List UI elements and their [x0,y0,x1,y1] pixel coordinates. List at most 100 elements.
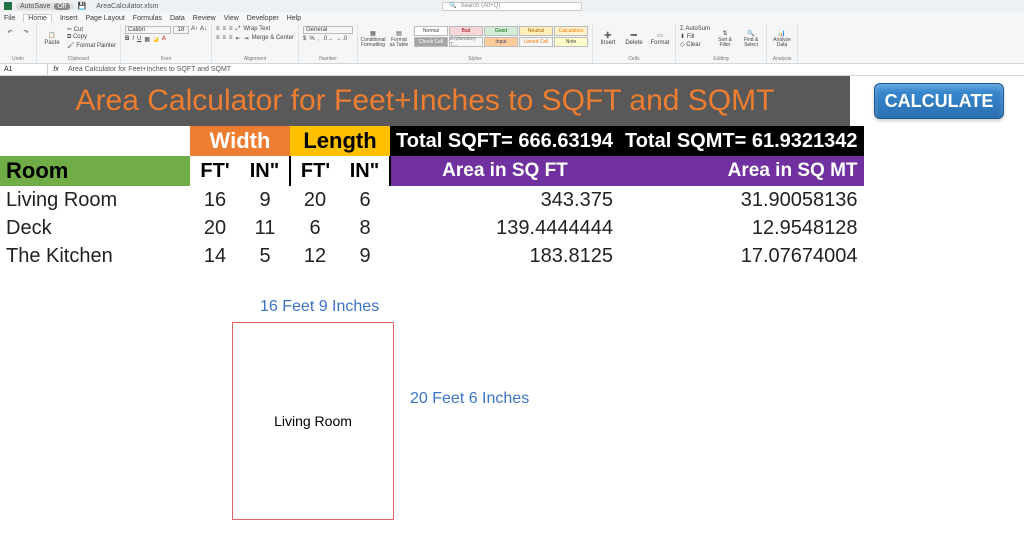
paste-button[interactable]: 📋 Paste [41,26,63,52]
decrease-font-icon[interactable]: A↓ [200,26,207,34]
wrap-text-button[interactable]: Wrap Text [243,26,270,33]
title-banner[interactable]: Area Calculator for Feet+Inches to SQFT … [0,76,850,126]
border-icon[interactable]: ▦ [144,36,150,43]
tab-help[interactable]: Help [287,15,301,22]
bold-button[interactable]: B [125,36,129,43]
area-sqft-cell[interactable]: 183.8125 [390,242,619,270]
font-color-icon[interactable]: A [162,36,166,43]
length-in-cell[interactable]: 6 [340,186,390,214]
search-box[interactable]: 🔍 Search (Alt+Q) [442,2,582,11]
find-select-button[interactable]: 🔍Find & Select [740,26,762,52]
area-sqft-cell[interactable]: 139.4444444 [390,214,619,242]
align-middle-icon[interactable]: ≡ [223,26,227,33]
tab-page-layout[interactable]: Page Layout [85,15,124,22]
sort-filter-button[interactable]: ⇅Sort & Filter [714,26,736,52]
style-good[interactable]: Good [484,26,518,36]
width-in-header[interactable]: IN" [240,156,290,186]
area-sqmt-header[interactable]: Area in SQ MT [619,156,864,186]
total-sqmt-header[interactable]: Total SQMT= 61.9321342 [619,126,864,156]
tab-formulas[interactable]: Formulas [133,15,162,22]
width-in-cell[interactable]: 5 [240,242,290,270]
format-cells-button[interactable]: ▭Format [649,26,671,52]
room-cell[interactable]: Deck [0,214,190,242]
align-top-icon[interactable]: ≡ [216,26,220,33]
style-bad[interactable]: Bad [449,26,483,36]
conditional-formatting-button[interactable]: ▦ Conditional Formatting [362,26,384,52]
decrease-decimal-icon[interactable]: ←.0 [336,36,347,42]
fill-button[interactable]: ⬇ Fill [680,33,710,40]
undo-icon[interactable]: ↶ [4,26,16,38]
room-cell[interactable]: The Kitchen [0,242,190,270]
name-box[interactable]: A1 [0,64,48,75]
width-in-cell[interactable]: 11 [240,214,290,242]
area-sqmt-cell[interactable]: 12.9548128 [619,214,864,242]
style-linked-cell[interactable]: Linked Cell [519,37,553,47]
align-right-icon[interactable]: ≡ [229,35,233,42]
style-input[interactable]: Input [484,37,518,47]
delete-cells-button[interactable]: ➖Delete [623,26,645,52]
area-sqmt-cell[interactable]: 17.07674004 [619,242,864,270]
align-left-icon[interactable]: ≡ [216,35,220,42]
currency-icon[interactable]: $ [303,36,306,42]
room-cell[interactable]: Living Room [0,186,190,214]
style-check-cell[interactable]: Check Cell [414,37,448,47]
length-ft-cell[interactable]: 20 [290,186,340,214]
tab-home[interactable]: Home [23,14,52,22]
align-center-icon[interactable]: ≡ [223,35,227,42]
tab-file[interactable]: File [4,15,15,22]
autosum-button[interactable]: Σ AutoSum [680,26,710,32]
length-ft-cell[interactable]: 12 [290,242,340,270]
align-bottom-icon[interactable]: ≡ [229,26,233,33]
tab-developer[interactable]: Developer [247,15,279,22]
length-in-header[interactable]: IN" [340,156,390,186]
diagram-box[interactable]: Living Room [232,322,394,520]
increase-decimal-icon[interactable]: .0→ [322,36,333,42]
clear-button[interactable]: ◇ Clear [680,41,710,48]
percent-icon[interactable]: % [309,36,314,42]
area-sqft-cell[interactable]: 343.375 [390,186,619,214]
style-note[interactable]: Note [554,37,588,47]
tab-view[interactable]: View [224,15,239,22]
formula-text[interactable]: Area Calculator for Feet+Inches to SQFT … [64,66,231,73]
cut-button[interactable]: ✂ Cut [67,26,116,33]
analyze-data-button[interactable]: 📊Analyze Data [771,26,793,52]
width-header[interactable]: Width [190,126,290,156]
style-neutral[interactable]: Neutral [519,26,553,36]
length-in-cell[interactable]: 9 [340,242,390,270]
length-ft-cell[interactable]: 6 [290,214,340,242]
decrease-indent-icon[interactable]: ⇤ [236,35,241,42]
copy-button[interactable]: ⧉ Copy [67,34,116,41]
length-header[interactable]: Length [290,126,390,156]
format-as-table-button[interactable]: ▤ Format as Table [388,26,410,52]
tab-data[interactable]: Data [170,15,185,22]
style-explanatory[interactable]: Explanatory T… [449,37,483,47]
room-header[interactable]: Room [0,156,190,186]
italic-button[interactable]: I [132,36,134,43]
length-ft-header[interactable]: FT' [290,156,340,186]
calculate-button[interactable]: CALCULATE [874,83,1004,119]
comma-icon[interactable]: , [318,36,320,42]
increase-indent-icon[interactable]: ⇥ [244,35,249,42]
increase-font-icon[interactable]: A↑ [191,26,198,34]
font-name-select[interactable]: Calibri [125,26,171,34]
width-ft-cell[interactable]: 14 [190,242,240,270]
tab-insert[interactable]: Insert [60,15,78,22]
merge-center-button[interactable]: Merge & Center [252,35,294,42]
width-ft-cell[interactable]: 20 [190,214,240,242]
font-size-select[interactable]: 18 [173,26,189,34]
tab-review[interactable]: Review [193,15,216,22]
fill-color-icon[interactable]: ◪ [153,36,159,43]
redo-icon[interactable]: ↷ [20,26,32,38]
length-in-cell[interactable]: 8 [340,214,390,242]
orientation-icon[interactable]: ⤢ [236,26,241,33]
area-sqmt-cell[interactable]: 31.90058136 [619,186,864,214]
width-ft-header[interactable]: FT' [190,156,240,186]
total-sqft-header[interactable]: Total SQFT= 666.63194 [390,126,619,156]
width-ft-cell[interactable]: 16 [190,186,240,214]
number-format-select[interactable]: General [303,26,353,34]
underline-button[interactable]: U [137,36,141,43]
format-painter-button[interactable]: 🖌 Format Painter [67,42,116,49]
width-in-cell[interactable]: 9 [240,186,290,214]
style-calculation[interactable]: Calculation [554,26,588,36]
fx-icon[interactable]: fx [48,66,64,73]
